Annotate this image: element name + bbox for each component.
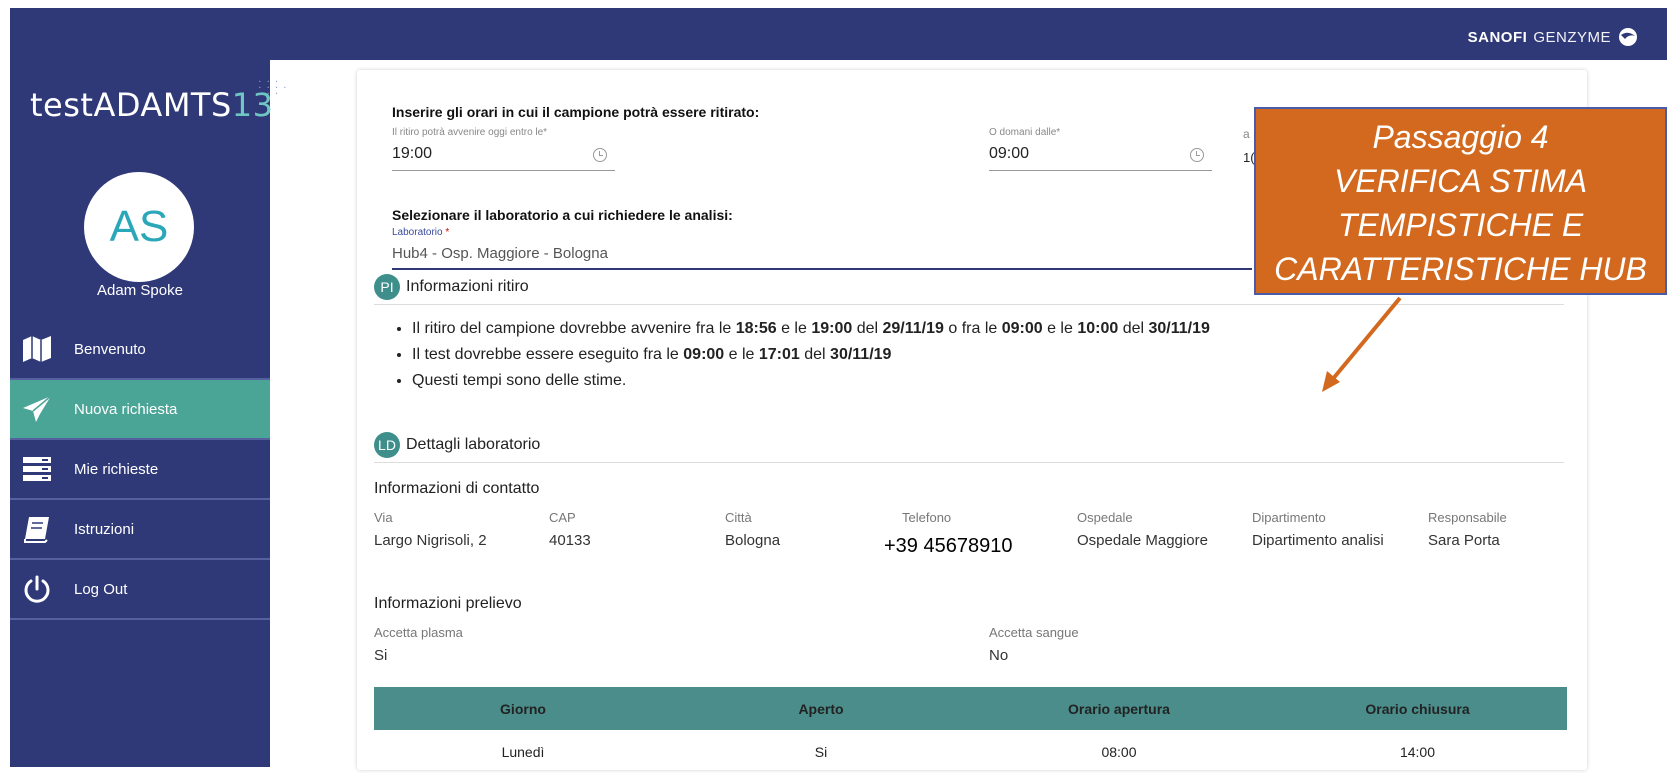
- contact-label-responsabile: Responsabile: [1428, 510, 1507, 525]
- pickup-tomorrow-label: O domani dalle*: [989, 127, 1061, 138]
- pickup-today-label: Il ritiro potrà avvenire oggi entro le*: [392, 127, 548, 138]
- contact-title: Informazioni di contatto: [374, 480, 540, 497]
- callout-line: VERIFICA STIMA: [1333, 163, 1588, 199]
- info-ritiro-badge: PI: [374, 274, 400, 300]
- info-ritiro-header: PI Informazioni ritiro: [374, 274, 529, 300]
- plasma-value: Si: [374, 647, 388, 664]
- lab-select-underline: [392, 268, 1252, 270]
- brand-swirl-icon: [1619, 28, 1637, 46]
- contact-value-cap: 40133: [549, 532, 591, 549]
- top-bar: SANOFI GENZYME: [10, 8, 1667, 60]
- list-item: Il ritiro del campione dovrebbe avvenire…: [412, 316, 1210, 342]
- divider: [374, 462, 1564, 463]
- contact-value-telefono: +39 45678910: [884, 535, 1013, 557]
- clock-icon[interactable]: [1190, 148, 1204, 162]
- col-header-aperto[interactable]: Aperto: [672, 687, 970, 730]
- contact-value-responsabile: Sara Porta: [1428, 532, 1500, 549]
- sidebar-item-label: Istruzioni: [74, 520, 135, 538]
- avatar[interactable]: AS: [84, 172, 194, 282]
- info-ritiro-list: Il ritiro del campione dovrebbe avvenire…: [377, 316, 1210, 394]
- app-logo[interactable]: testADAMTS13 · · · · · · · · · ·: [30, 78, 286, 125]
- paper-plane-icon: [18, 394, 56, 424]
- contact-label-citta: Città: [725, 510, 752, 525]
- contact-value-citta: Bologna: [725, 532, 781, 549]
- callout-line: TEMPISTICHE E: [1337, 207, 1584, 243]
- sangue-value: No: [989, 647, 1009, 664]
- lab-select-label: Laboratorio *: [392, 227, 450, 238]
- sidebar-nav: Benvenuto Nuova richiesta Mie richieste …: [10, 320, 270, 620]
- prelievo-title: Informazioni prelievo: [374, 595, 522, 612]
- callout-line: Passaggio 4: [1372, 119, 1549, 155]
- pickup-tomorrow-input[interactable]: 09:00: [989, 145, 1029, 163]
- col-header-giorno[interactable]: Giorno: [374, 687, 672, 730]
- sidebar-item-logout[interactable]: Log Out: [10, 560, 270, 620]
- dettagli-title: Dettagli laboratorio: [406, 436, 541, 453]
- pickup-today-input[interactable]: 19:00: [392, 145, 432, 163]
- contact-value-dipartimento: Dipartimento analisi: [1252, 532, 1384, 549]
- clock-icon[interactable]: [593, 148, 607, 162]
- pickup-today-underline: [392, 170, 615, 171]
- table-row: Lunedì Si 08:00 14:00: [374, 730, 1567, 770]
- dettagli-badge: LD: [374, 432, 400, 458]
- list-icon: [18, 454, 56, 484]
- sidebar-item-istruzioni[interactable]: Istruzioni: [10, 500, 270, 560]
- list-item: Questi tempi sono delle stime.: [412, 368, 1210, 394]
- contact-label-ospedale: Ospedale: [1077, 510, 1133, 525]
- lab-select-dropdown[interactable]: Hub4 - Osp. Maggiore - Bologna: [392, 245, 608, 262]
- pickup-third-label: a: [1243, 127, 1250, 141]
- map-icon: [18, 334, 56, 364]
- sidebar-item-label: Benvenuto: [74, 340, 146, 358]
- sidebar-item-nuova-richiesta[interactable]: Nuova richiesta: [10, 380, 270, 440]
- sidebar-item-label: Mie richieste: [74, 460, 159, 478]
- pickup-third-input[interactable]: 1(: [1243, 150, 1255, 165]
- sidebar: testADAMTS13 · · · · · · · · · · AS Adam S…: [10, 60, 286, 767]
- contact-value-via: Largo Nigrisoli, 2: [374, 532, 487, 549]
- power-icon: [18, 574, 56, 604]
- hours-table-header: Giorno Aperto Orario apertura Orario chi…: [374, 687, 1567, 730]
- book-icon: [18, 514, 56, 544]
- contact-label-via: Via: [374, 510, 393, 525]
- callout-line: CARATTERISTICHE HUB: [1274, 251, 1647, 287]
- col-header-chiusura[interactable]: Orario chiusura: [1268, 687, 1567, 730]
- pickup-title: Inserire gli orari in cui il campione po…: [392, 104, 760, 120]
- divider: [374, 304, 1564, 305]
- info-ritiro-title: Informazioni ritiro: [406, 278, 529, 295]
- dettagli-header: LD Dettagli laboratorio: [374, 432, 540, 458]
- sidebar-item-mie-richieste[interactable]: Mie richieste: [10, 440, 270, 500]
- contact-label-cap: CAP: [549, 510, 576, 525]
- username: Adam Spoke: [97, 282, 183, 299]
- contact-label-telefono: Telefono: [902, 510, 952, 525]
- lab-select-title: Selezionare il laboratorio a cui richied…: [392, 207, 733, 223]
- contact-label-dipartimento: Dipartimento: [1252, 510, 1326, 525]
- sidebar-item-label: Log Out: [74, 580, 128, 598]
- step-callout: Passaggio 4 VERIFICA STIMA TEMPISTICHE E…: [1254, 107, 1667, 295]
- sangue-label: Accetta sangue: [989, 625, 1079, 640]
- logo-dots: · · · · · · · · · ·: [258, 77, 288, 100]
- list-item: Il test dovrebbe essere eseguito fra le …: [412, 342, 1210, 368]
- col-header-apertura[interactable]: Orario apertura: [970, 687, 1268, 730]
- contact-value-ospedale: Ospedale Maggiore: [1077, 532, 1208, 549]
- plasma-label: Accetta plasma: [374, 625, 463, 640]
- sidebar-item-label: Nuova richiesta: [74, 400, 178, 418]
- sidebar-item-benvenuto[interactable]: Benvenuto: [10, 320, 270, 380]
- brand-logo: SANOFI GENZYME: [1468, 26, 1639, 48]
- pickup-tomorrow-underline: [989, 170, 1212, 171]
